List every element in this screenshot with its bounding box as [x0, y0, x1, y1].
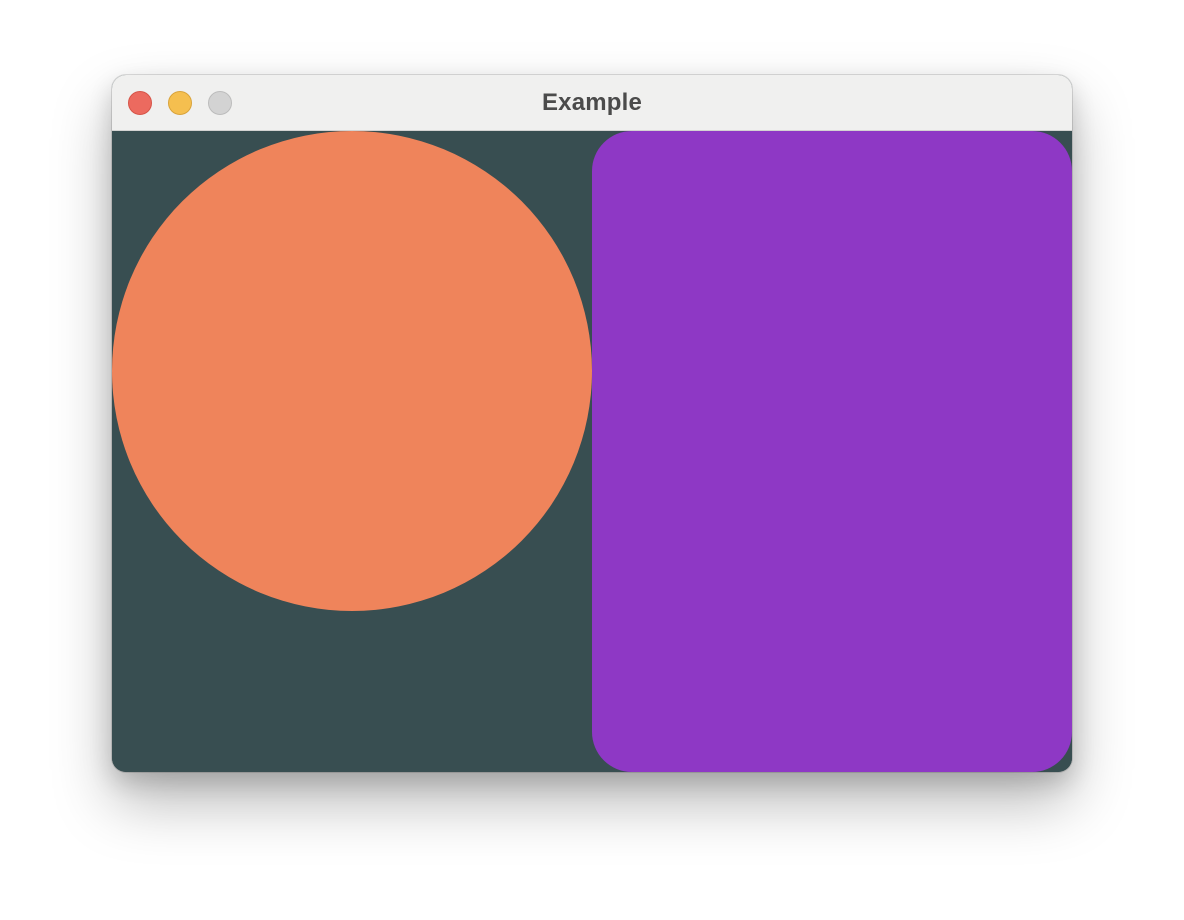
window-title: Example [541, 89, 643, 116]
app-window: Example [112, 75, 1072, 772]
desktop: Example [0, 0, 1184, 920]
orange-circle [112, 131, 592, 611]
purple-rounded-rectangle [592, 131, 1072, 772]
title-bar[interactable]: Example [112, 75, 1072, 131]
canvas-area [112, 131, 1072, 772]
